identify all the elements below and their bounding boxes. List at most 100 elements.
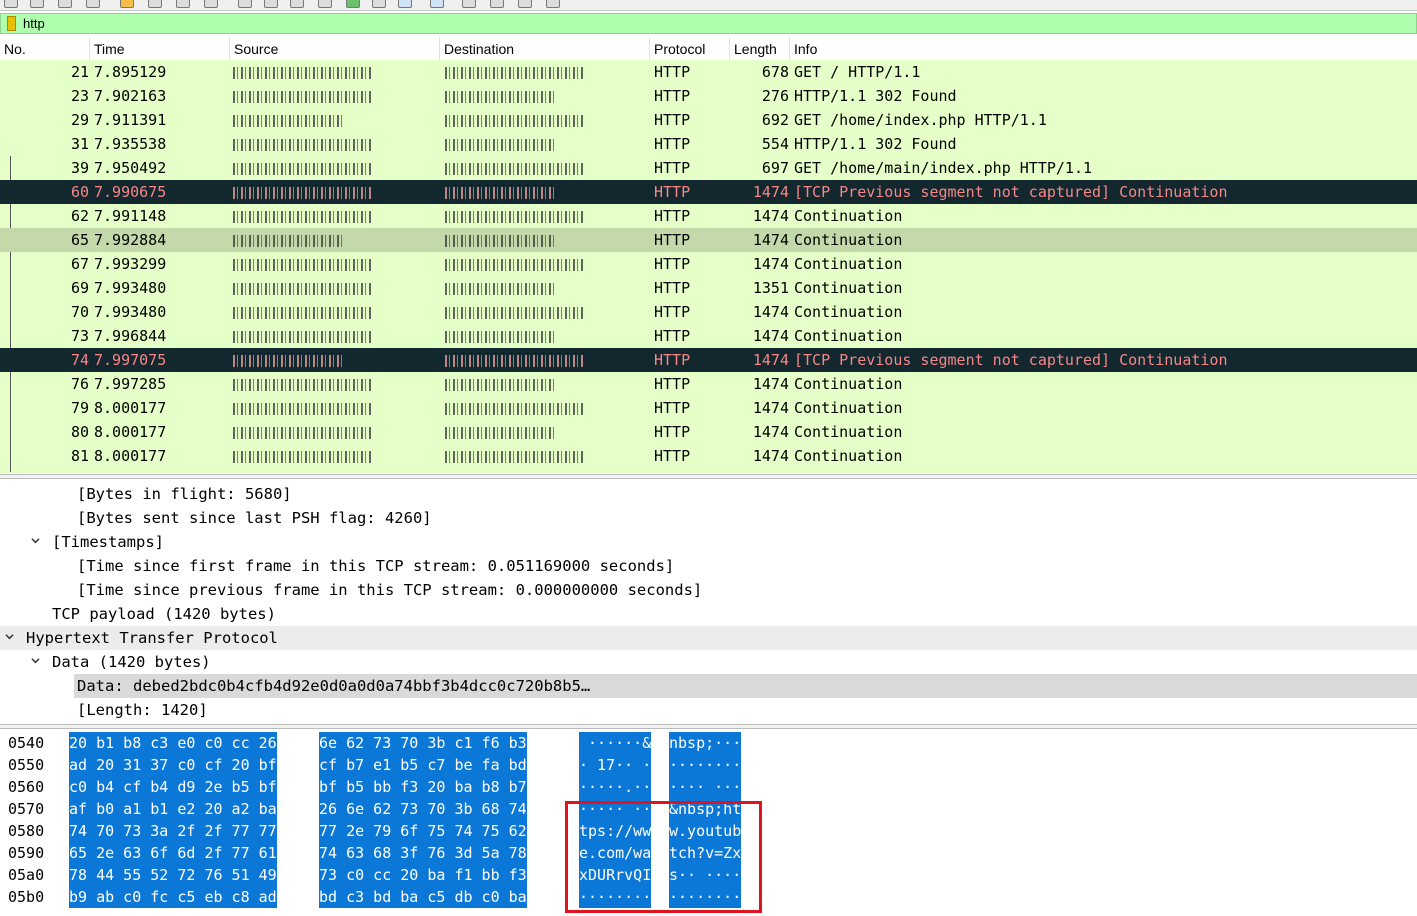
packet-row[interactable]: 65 7.992884 HTTP 1474 Continuation	[0, 228, 1417, 252]
packet-row[interactable]: 79 8.000177 HTTP 1474 Continuation	[0, 396, 1417, 420]
hex-bytes-second-half: bd c3 bd ba c5 db c0 ba	[319, 886, 527, 908]
folder-icon[interactable]	[120, 0, 134, 8]
bytes-row[interactable]: 0560 c0 b4 cf b4 d9 2e b5 bf bf b5 bb f3 2…	[0, 776, 1417, 798]
resize-columns-icon[interactable]	[546, 0, 560, 8]
packet-protocol: HTTP	[654, 351, 691, 369]
display-filter-input[interactable]	[19, 14, 1413, 33]
pane-splitter-bottom[interactable]	[0, 724, 1417, 729]
packet-length: 554	[761, 135, 789, 153]
chevron-down-icon[interactable]	[31, 656, 40, 665]
packet-row[interactable]: 39 7.950492 HTTP 697 GET /home/main/index.ph…	[0, 156, 1417, 180]
packet-row[interactable]: 21 7.895129 HTTP 678 GET / HTTP/1.1	[0, 60, 1417, 84]
print-icon[interactable]	[148, 0, 162, 8]
packet-protocol: HTTP	[654, 159, 691, 177]
annotation-highlight-box	[565, 801, 762, 913]
bytes-row[interactable]: 0550 ad 20 31 37 c0 cf 20 bf cf b7 e1 b5 c…	[0, 754, 1417, 776]
packet-time: 7.991148	[94, 207, 167, 225]
open-file-icon[interactable]	[4, 0, 18, 8]
chevron-down-icon[interactable]	[31, 536, 40, 545]
packet-time: 7.950492	[94, 159, 167, 177]
detail-tree-item[interactable]: [Length: 1420]	[0, 698, 1417, 722]
packet-row[interactable]: 70 7.993480 HTTP 1474 Continuation	[0, 300, 1417, 324]
packet-details-tree[interactable]: [Bytes in flight: 5680] [Bytes sent since…	[0, 482, 1417, 723]
packet-row[interactable]: 81 8.000177 HTTP 1474 Continuation	[0, 444, 1417, 468]
bytes-row[interactable]: 0540 20 b1 b8 c3 e0 c0 cc 26 6e 62 73 70 3…	[0, 732, 1417, 754]
go-back-icon[interactable]	[204, 0, 218, 8]
packet-list[interactable]: 21 7.895129 HTTP 678 GET / HTTP/1.1 23 7.90216…	[0, 60, 1417, 473]
packet-number: 31	[70, 135, 89, 153]
column-header-destination[interactable]: Destination	[440, 37, 650, 60]
zoom-out-icon[interactable]	[490, 0, 504, 8]
packet-source-redacted	[233, 300, 433, 324]
detail-tree-item[interactable]: [Timestamps]	[0, 530, 1417, 554]
byte-offset: 05b0	[8, 888, 45, 906]
detail-tree-item[interactable]: Data (1420 bytes)	[0, 650, 1417, 674]
zoom-in-icon[interactable]	[462, 0, 476, 8]
packet-source-redacted	[233, 132, 433, 156]
display-filter-bar	[0, 13, 1417, 34]
prev-packet-icon[interactable]	[264, 0, 278, 8]
normal-size-icon[interactable]	[518, 0, 532, 8]
packet-destination-redacted	[445, 324, 645, 348]
goto-packet-icon[interactable]	[318, 0, 332, 8]
packet-protocol: HTTP	[654, 375, 691, 393]
packet-time: 7.997285	[94, 375, 167, 393]
packet-destination-redacted	[445, 180, 645, 204]
redacted-ip	[445, 90, 555, 103]
detail-tree-item[interactable]: [Bytes in flight: 5680]	[0, 482, 1417, 506]
packet-row[interactable]: 74 7.997075 HTTP 1474 [TCP Previous segment …	[0, 348, 1417, 372]
column-header-length[interactable]: Length	[730, 37, 790, 60]
packet-protocol: HTTP	[654, 183, 691, 201]
find-icon[interactable]	[176, 0, 190, 8]
detail-tree-item[interactable]: Hypertext Transfer Protocol	[0, 626, 1417, 650]
packet-row[interactable]: 31 7.935538 HTTP 554 HTTP/1.1 302 Found	[0, 132, 1417, 156]
detail-tree-item[interactable]: TCP payload (1420 bytes)	[0, 602, 1417, 626]
packet-row[interactable]: 73 7.996844 HTTP 1474 Continuation	[0, 324, 1417, 348]
packet-info: Continuation	[794, 231, 903, 249]
close-file-icon[interactable]	[58, 0, 72, 8]
bookmark-icon[interactable]	[7, 16, 16, 31]
packet-time: 7.992884	[94, 231, 167, 249]
packet-row[interactable]: 60 7.990675 HTTP 1474 [TCP Previous segment …	[0, 180, 1417, 204]
hex-bytes-first-half: c0 b4 cf b4 d9 2e b5 bf	[69, 776, 277, 798]
column-header-no[interactable]: No.	[0, 37, 90, 60]
next-packet-icon[interactable]	[290, 0, 304, 8]
redacted-ip	[233, 138, 373, 151]
chevron-down-icon[interactable]	[5, 632, 14, 641]
redacted-ip	[233, 66, 373, 79]
hex-bytes-second-half: 77 2e 79 6f 75 74 75 62	[319, 820, 527, 842]
packet-row[interactable]: 80 8.000177 HTTP 1474 Continuation	[0, 420, 1417, 444]
column-header-protocol[interactable]: Protocol	[650, 37, 730, 60]
packet-source-redacted	[233, 252, 433, 276]
packet-destination-redacted	[445, 396, 645, 420]
search-packet-icon[interactable]	[238, 0, 252, 8]
packet-length: 1351	[752, 279, 789, 297]
packet-row[interactable]: 29 7.911391 HTTP 692 GET /home/index.php HTT…	[0, 108, 1417, 132]
packet-length: 1474	[752, 303, 789, 321]
packet-length: 1474	[752, 375, 789, 393]
column-header-time[interactable]: Time	[90, 37, 230, 60]
last-packet-icon[interactable]	[372, 0, 386, 8]
packet-number: 60	[70, 183, 89, 201]
packet-time: 7.902163	[94, 87, 167, 105]
detail-text: [Bytes in flight: 5680]	[77, 485, 292, 503]
detail-tree-item[interactable]: [Bytes sent since last PSH flag: 4260]	[0, 506, 1417, 530]
colorize-icon[interactable]	[430, 0, 444, 8]
packet-row[interactable]: 62 7.991148 HTTP 1474 Continuation	[0, 204, 1417, 228]
column-header-source[interactable]: Source	[230, 37, 440, 60]
packet-row[interactable]: 23 7.902163 HTTP 276 HTTP/1.1 302 Found	[0, 84, 1417, 108]
autoscroll-icon[interactable]	[398, 0, 412, 8]
detail-tree-item[interactable]: Data: debed2bdc0b4cfb4d92e0d0a0d0a74bbf3…	[0, 674, 1417, 698]
detail-tree-item[interactable]: [Time since previous frame in this TCP s…	[0, 578, 1417, 602]
ascii-first-half: ·····.··	[579, 776, 652, 798]
detail-tree-item[interactable]: [Time since first frame in this TCP stre…	[0, 554, 1417, 578]
pane-splitter-top[interactable]	[0, 474, 1417, 479]
column-header-info[interactable]: Info	[790, 37, 1417, 60]
packet-row[interactable]: 67 7.993299 HTTP 1474 Continuation	[0, 252, 1417, 276]
packet-row[interactable]: 69 7.993480 HTTP 1351 Continuation	[0, 276, 1417, 300]
packet-row[interactable]: 76 7.997285 HTTP 1474 Continuation	[0, 372, 1417, 396]
save-file-icon[interactable]	[30, 0, 44, 8]
reload-icon[interactable]	[86, 0, 100, 8]
packet-length: 1474	[752, 207, 789, 225]
first-packet-icon[interactable]	[346, 0, 360, 8]
